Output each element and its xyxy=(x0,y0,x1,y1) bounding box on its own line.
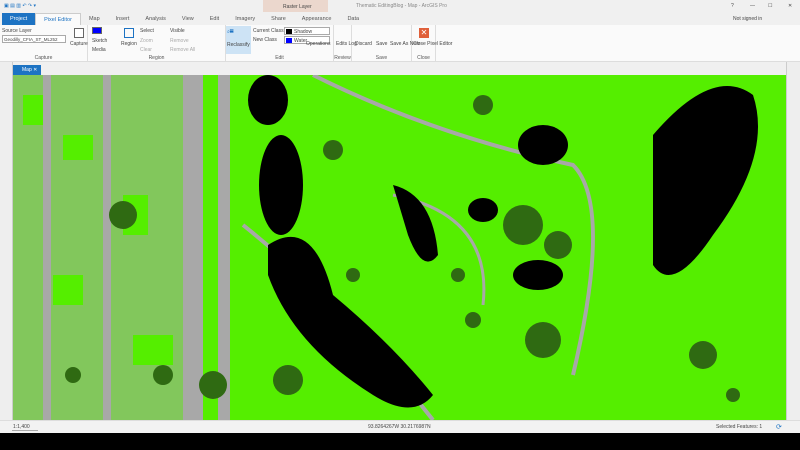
tab-view[interactable]: View xyxy=(174,13,202,25)
save-button[interactable]: Save xyxy=(376,41,387,47)
left-pane-strip[interactable] xyxy=(0,62,13,420)
selected-features[interactable]: Selected Features: 1 xyxy=(716,424,762,430)
tab-insert[interactable]: Insert xyxy=(108,13,138,25)
minimize-button[interactable]: — xyxy=(750,3,755,9)
tab-imagery[interactable]: Imagery xyxy=(227,13,263,25)
capture-icon xyxy=(74,28,84,38)
scale-input[interactable]: 1:1,400 xyxy=(12,423,38,431)
sketch-button[interactable]: Sketch xyxy=(92,38,107,44)
select-button[interactable]: Select xyxy=(140,28,154,34)
help-button[interactable]: ? xyxy=(731,3,734,9)
region-button[interactable]: Region xyxy=(121,41,137,47)
discard-button[interactable]: Discard xyxy=(355,41,372,47)
title-bar: Raster Layer ▣ ▤ ▥ ↶ ↷ ▾ Thematic Editin… xyxy=(0,0,800,25)
group-close: ✕ Close Pixel Editor Close xyxy=(412,25,452,62)
close-button[interactable]: ✕ xyxy=(788,3,792,9)
reclassify-icon: ⌕▦ xyxy=(227,29,234,35)
right-pane-strip[interactable] xyxy=(786,62,800,420)
tab-project[interactable]: Project xyxy=(2,13,36,25)
refresh-icon[interactable]: ⟳ xyxy=(776,423,782,431)
tab-appearance[interactable]: Appearance xyxy=(294,13,340,25)
tab-pixel-editor[interactable]: Pixel Editor xyxy=(35,13,81,25)
window-title: Thematic EditingBlog - Map - ArcGIS Pro xyxy=(356,3,447,9)
maximize-button[interactable]: ☐ xyxy=(768,3,772,9)
remove-button[interactable]: Remove xyxy=(170,38,189,44)
tab-analysis[interactable]: Analysis xyxy=(137,13,173,25)
color-swatch[interactable] xyxy=(92,27,102,34)
tab-edit[interactable]: Edit xyxy=(202,13,227,25)
classified-raster xyxy=(13,73,758,422)
ribbon: Source Layer Geodilly_CFIA_ST_ML252 Capt… xyxy=(0,25,800,62)
ribbon-tabs: Project Pixel Editor Map Insert Analysis… xyxy=(0,12,800,25)
visible-checkbox[interactable]: Visible xyxy=(170,28,185,34)
clear-button[interactable]: Clear xyxy=(140,47,152,53)
group-review: Edits Log Review xyxy=(334,25,357,62)
tab-map[interactable]: Map xyxy=(81,13,108,25)
group-save: Discard Save Save As New Save xyxy=(352,25,420,62)
tab-map-view[interactable]: Map ✕ xyxy=(13,65,41,75)
map-view[interactable] xyxy=(13,73,786,422)
status-bar: 1:1,400 93.8264267W 30.2176987N Selected… xyxy=(0,420,800,433)
source-layer-dropdown[interactable]: Geodilly_CFIA_ST_ML252 xyxy=(2,35,66,43)
operations-button[interactable]: Operations xyxy=(306,25,334,62)
media-button[interactable]: Media xyxy=(92,47,106,53)
user-sign-in[interactable]: Not signed in xyxy=(733,16,762,22)
remove-all-button[interactable]: Remove All xyxy=(170,47,195,53)
close-pixel-editor-button[interactable]: Close Pixel Editor xyxy=(413,41,452,47)
view-tab-row: Map ✕ xyxy=(0,62,800,75)
close-editor-icon: ✕ xyxy=(419,28,429,38)
quick-access-toolbar[interactable]: ▣ ▤ ▥ ↶ ↷ ▾ xyxy=(4,3,36,9)
group-capture: Source Layer Geodilly_CFIA_ST_ML252 Capt… xyxy=(0,25,88,62)
zoom-button[interactable]: Zoom xyxy=(140,38,153,44)
tab-data[interactable]: Data xyxy=(339,13,367,25)
group-region: Sketch Media Region Select Visible Zoom … xyxy=(88,25,226,62)
water-areas xyxy=(248,75,758,408)
tab-share[interactable]: Share xyxy=(263,13,294,25)
region-icon xyxy=(124,28,134,38)
coordinates-readout: 93.8264267W 30.2176987N xyxy=(368,424,431,430)
capture-button[interactable]: Capture xyxy=(70,41,88,47)
